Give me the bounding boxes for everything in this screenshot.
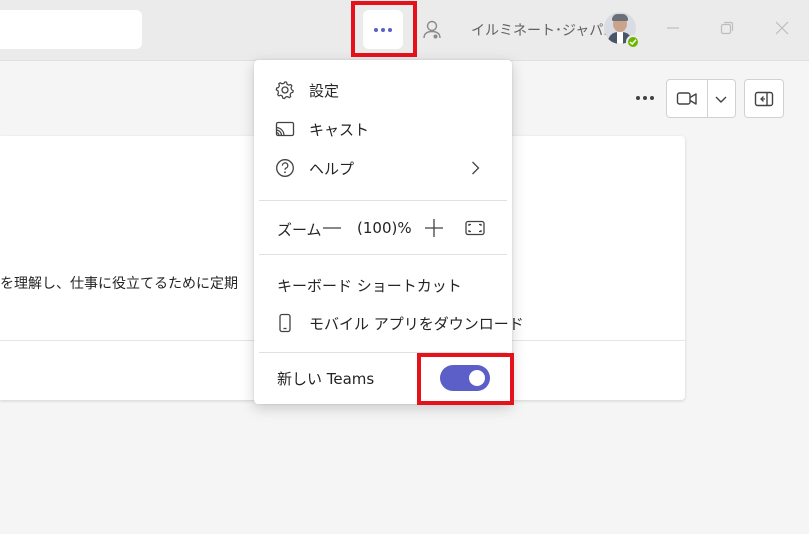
zoom-row: ズーム (100)% — [254, 210, 512, 246]
menu-item-cast[interactable]: キャスト — [254, 111, 512, 147]
restore-icon[interactable] — [719, 20, 735, 36]
close-icon[interactable] — [774, 20, 790, 36]
menu-item-keyboard-shortcuts[interactable]: キーボード ショートカット — [254, 267, 512, 303]
menu-item-label: ヘルプ — [309, 159, 355, 178]
highlight-box-more — [351, 1, 417, 57]
presence-available-icon — [626, 35, 640, 49]
post-text: を理解し、仕事に役立てるために定期 — [0, 276, 238, 292]
chevron-right-icon — [472, 161, 480, 175]
cast-icon — [275, 121, 295, 137]
zoom-label: ズーム — [277, 221, 322, 239]
gear-icon — [275, 81, 294, 100]
highlight-box-toggle — [417, 353, 514, 405]
fit-screen-icon[interactable] — [465, 218, 485, 238]
panel-icon — [754, 91, 774, 107]
meet-button-group[interactable] — [666, 79, 736, 118]
menu-item-label: キャスト — [309, 120, 370, 139]
new-teams-label: 新しい Teams — [277, 369, 375, 388]
help-circle-icon — [276, 159, 294, 177]
open-pane-button[interactable] — [744, 79, 784, 118]
channel-more-options-button[interactable] — [636, 96, 654, 100]
people-icon[interactable] — [420, 18, 444, 42]
menu-item-label: キーボード ショートカット — [277, 276, 462, 295]
video-camera-icon[interactable] — [676, 89, 698, 109]
menu-item-label: 設定 — [309, 81, 340, 100]
phone-icon — [279, 313, 291, 333]
menu-item-settings[interactable]: 設定 — [254, 72, 512, 108]
chevron-down-icon[interactable] — [714, 94, 728, 104]
more-icon — [636, 96, 654, 100]
menu-item-help[interactable]: ヘルプ — [254, 150, 512, 186]
zoom-level: (100)% — [357, 219, 412, 237]
zoom-out-button[interactable] — [322, 218, 342, 238]
search-input[interactable] — [0, 10, 142, 49]
menu-divider — [259, 200, 507, 201]
zoom-in-button[interactable] — [424, 218, 444, 238]
menu-divider — [259, 254, 507, 255]
menu-item-label: モバイル アプリをダウンロード — [309, 314, 524, 333]
minimize-icon[interactable] — [665, 20, 681, 36]
organization-name[interactable]: イルミネート･ジャパ... — [471, 20, 617, 40]
menu-item-download-mobile-app[interactable]: モバイル アプリをダウンロード — [254, 305, 524, 341]
